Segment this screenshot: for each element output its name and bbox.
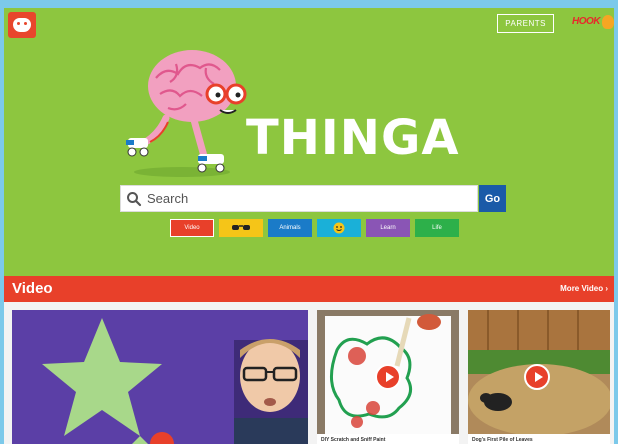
featured-video-thumbnail [12,310,308,444]
category-sunglasses-button[interactable] [219,219,263,237]
search-box [120,185,478,212]
sunglasses-icon [232,225,250,230]
smiley-icon [333,222,345,234]
video-caption-dog[interactable]: Dog's First Pile of Leaves [472,437,533,443]
video-section-title: Video [12,280,53,297]
search-icon [121,185,147,212]
category-smiley-button[interactable] [317,219,361,237]
category-buttons: Video Animals Learn Life [170,219,459,237]
play-icon[interactable] [524,364,550,390]
video-section-header: Video More Video › [4,276,614,302]
category-animals-button[interactable]: Animals [268,219,312,237]
category-learn-button[interactable]: Learn [366,219,410,237]
video-grid: DIY Scratch and Sniff Paint Dog's First … [4,302,614,444]
featured-video[interactable] [12,310,308,444]
video-thumbnail-dog[interactable]: Dog's First Pile of Leaves [468,310,610,444]
site-title: THINGA [246,110,460,166]
parents-button[interactable]: PARENTS [497,14,554,33]
category-life-button[interactable]: Life [415,219,459,237]
go-button[interactable]: Go [479,185,506,212]
play-icon[interactable] [375,364,401,390]
logo-button[interactable] [8,12,36,38]
brand-badge-icon[interactable] [602,15,614,29]
video-thumbnail-paint[interactable]: DIY Scratch and Sniff Paint [317,310,459,444]
more-video-link[interactable]: More Video › [560,284,608,293]
logo-face-icon [13,18,31,32]
brand-logo[interactable]: HOOK [572,16,601,27]
video-caption-paint[interactable]: DIY Scratch and Sniff Paint [321,437,385,443]
search-input[interactable] [147,186,477,211]
category-video-button[interactable]: Video [170,219,214,237]
